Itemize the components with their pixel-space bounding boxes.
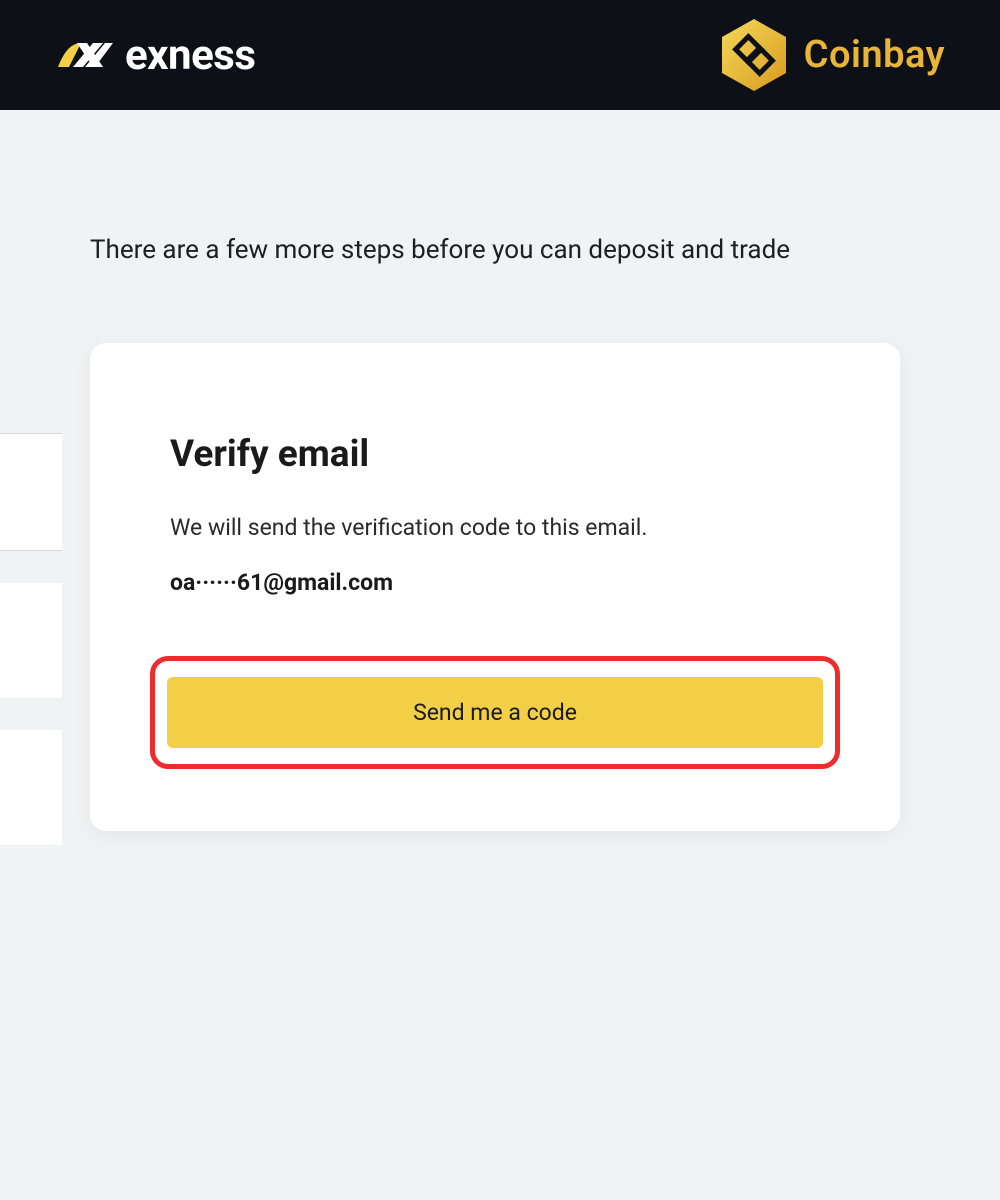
side-box-3	[0, 730, 62, 845]
button-highlight-frame: Send me a code	[150, 656, 840, 769]
coinbay-brand-text: Coinbay	[804, 33, 945, 77]
masked-email: oa······61@gmail.com	[170, 569, 820, 596]
exness-logo: exness	[55, 31, 255, 80]
intro-text: There are a few more steps before you ca…	[0, 110, 1000, 265]
exness-icon	[55, 35, 113, 75]
card-title: Verify email	[170, 433, 820, 476]
main-content: There are a few more steps before you ca…	[0, 110, 1000, 831]
send-code-button[interactable]: Send me a code	[167, 677, 823, 748]
card-description: We will send the verification code to th…	[170, 514, 820, 541]
verify-email-card: Verify email We will send the verificati…	[90, 343, 900, 831]
header-bar: exness Coinbay	[0, 0, 1000, 110]
coinbay-hexagon-icon	[718, 15, 790, 95]
coinbay-logo: Coinbay	[718, 15, 945, 95]
side-step-indicators	[0, 433, 62, 845]
exness-brand-text: exness	[125, 31, 255, 80]
side-box-2	[0, 583, 62, 698]
side-box-1	[0, 433, 62, 551]
